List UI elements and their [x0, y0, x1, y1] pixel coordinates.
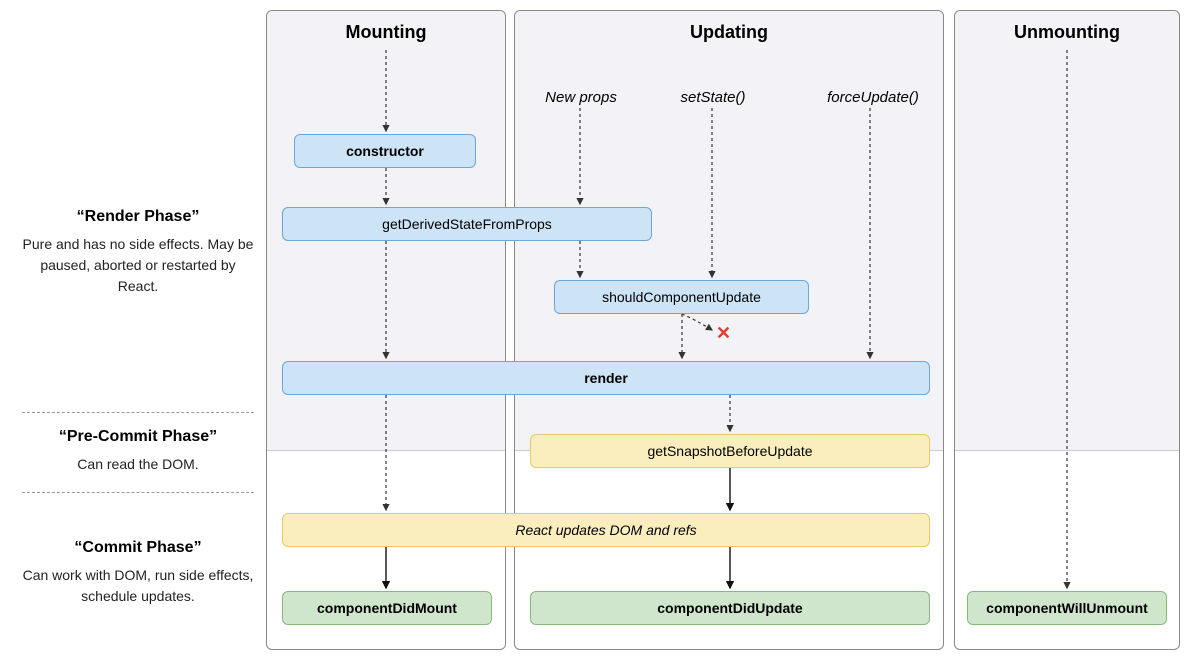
- precommit-phase-desc: Can read the DOM.: [22, 454, 254, 475]
- box-constructor: constructor: [294, 134, 476, 168]
- box-render: render: [282, 361, 930, 395]
- render-phase-label: “Render Phase” Pure and has no side effe…: [22, 208, 254, 297]
- box-cwu: componentWillUnmount: [967, 591, 1167, 625]
- mounting-title: Mounting: [267, 22, 505, 43]
- mounting-column: Mounting: [266, 10, 506, 650]
- unmounting-column: Unmounting: [954, 10, 1180, 650]
- box-scu: shouldComponentUpdate: [554, 280, 809, 314]
- updating-title: Updating: [515, 22, 943, 43]
- box-gsbu: getSnapshotBeforeUpdate: [530, 434, 930, 468]
- box-gdsfp: getDerivedStateFromProps: [282, 207, 652, 241]
- commit-phase-desc: Can work with DOM, run side effects, sch…: [22, 565, 254, 607]
- phase-sidebar: “Render Phase” Pure and has no side effe…: [22, 0, 254, 657]
- divider-precommit-commit: [22, 492, 254, 493]
- box-cdu: componentDidUpdate: [530, 591, 930, 625]
- divider-render-precommit: [22, 412, 254, 413]
- commit-phase-title: “Commit Phase”: [22, 539, 254, 557]
- render-phase-desc: Pure and has no side effects. May be pau…: [22, 234, 254, 297]
- unmounting-render-shade: [955, 11, 1179, 451]
- box-react-updates: React updates DOM and refs: [282, 513, 930, 547]
- commit-phase-label: “Commit Phase” Can work with DOM, run si…: [22, 539, 254, 607]
- unmounting-title: Unmounting: [955, 22, 1179, 43]
- cross-icon: ✕: [716, 323, 731, 344]
- trigger-force-update: forceUpdate(): [818, 89, 928, 106]
- precommit-phase-label: “Pre-Commit Phase” Can read the DOM.: [22, 428, 254, 475]
- box-cdm: componentDidMount: [282, 591, 492, 625]
- precommit-phase-title: “Pre-Commit Phase”: [22, 428, 254, 446]
- trigger-set-state: setState(): [668, 89, 758, 106]
- render-phase-title: “Render Phase”: [22, 208, 254, 226]
- trigger-new-props: New props: [536, 89, 626, 106]
